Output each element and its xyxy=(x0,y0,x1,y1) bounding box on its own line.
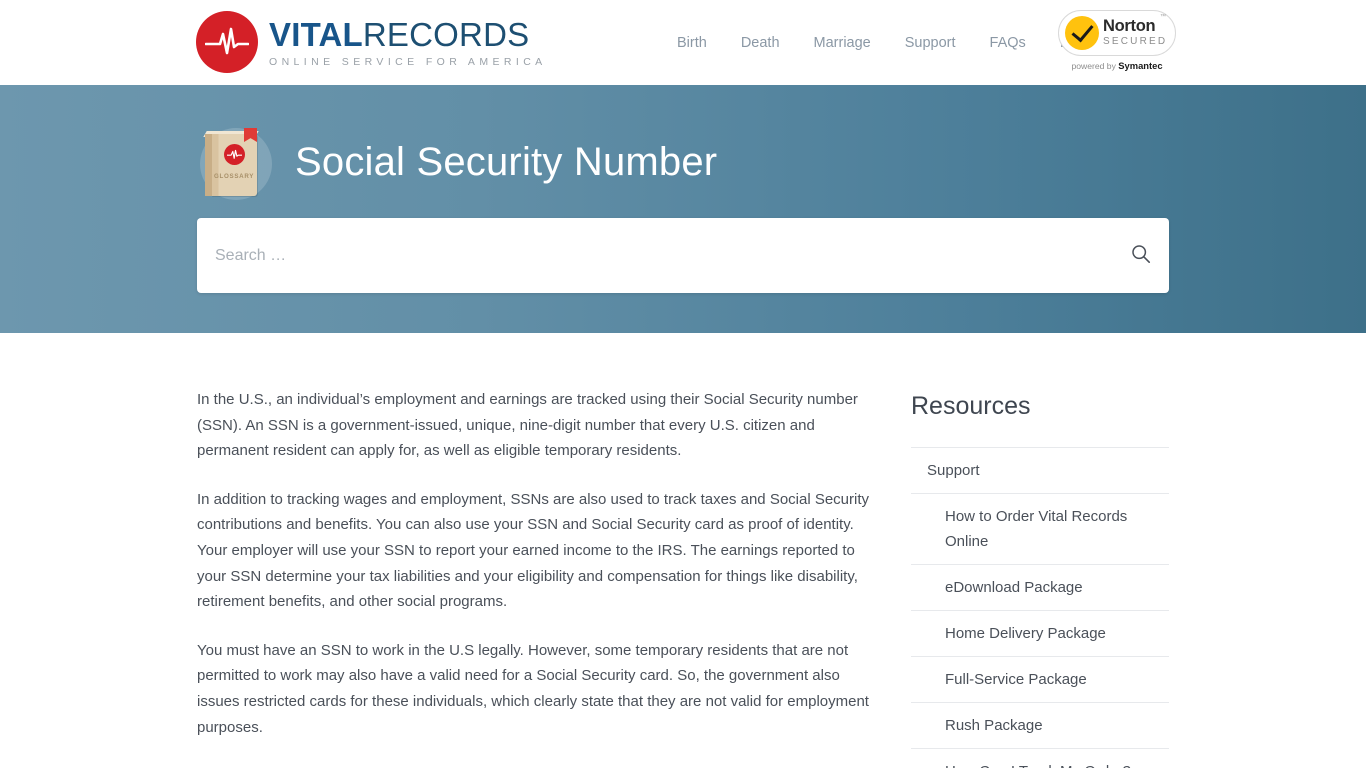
norton-secured-label: SECURED xyxy=(1103,35,1168,47)
list-item: Rush Package xyxy=(911,702,1169,748)
nav-item-faqs[interactable]: FAQs xyxy=(973,35,1043,51)
heartbeat-icon xyxy=(196,11,258,73)
list-item: Support xyxy=(911,447,1169,493)
logo-word-records: RECORDS xyxy=(362,15,530,53)
search-submit-button[interactable] xyxy=(1113,218,1169,293)
sidebar-item-home-delivery-package[interactable]: Home Delivery Package xyxy=(911,611,1169,656)
norton-secured-badge[interactable]: Norton SECURED ™ powered by Symantec xyxy=(1056,4,1178,76)
nav-item-support[interactable]: Support xyxy=(888,35,973,51)
list-item: eDownload Package xyxy=(911,564,1169,610)
logo-word-vital: VITAL xyxy=(269,15,363,53)
hero-heading-group: GLOSSARY Social Security Number xyxy=(197,120,717,205)
article-body: In the U.S., an individual’s employment … xyxy=(197,387,873,768)
logo-text: VITALRECORDS ONLINE SERVICE FOR AMERICA xyxy=(269,15,547,69)
list-item: How Can I Track My Order? xyxy=(911,748,1169,768)
list-item: Home Delivery Package xyxy=(911,610,1169,656)
article-paragraph: You must have an SSN to work in the U.S … xyxy=(197,641,869,736)
search-icon xyxy=(1131,244,1151,267)
search-form xyxy=(197,218,1169,293)
hero-banner: GLOSSARY Social Security Number xyxy=(0,85,1366,333)
article-paragraph: Since your SSN is directly tied to your … xyxy=(197,763,873,768)
trademark-symbol: ™ xyxy=(1160,13,1166,20)
article-paragraph: In addition to tracking wages and employ… xyxy=(197,490,870,611)
powered-by-text: powered by xyxy=(1071,60,1119,71)
site-logo[interactable]: VITALRECORDS ONLINE SERVICE FOR AMERICA xyxy=(196,11,547,73)
main-content: In the U.S., an individual’s employment … xyxy=(197,333,1169,768)
search-input[interactable] xyxy=(197,218,1113,293)
site-header: VITALRECORDS ONLINE SERVICE FOR AMERICA … xyxy=(0,0,1366,85)
sidebar-item-edownload-package[interactable]: eDownload Package xyxy=(911,565,1169,610)
nav-item-death[interactable]: Death xyxy=(724,35,797,51)
resources-list: Support How to Order Vital Records Onlin… xyxy=(911,447,1169,768)
sidebar-item-rush-package[interactable]: Rush Package xyxy=(911,703,1169,748)
symantec-brand: Symantec xyxy=(1118,59,1163,71)
nav-item-birth[interactable]: Birth xyxy=(660,35,724,51)
page-title: Social Security Number xyxy=(295,140,718,184)
norton-wordmark: Norton SECURED xyxy=(1103,18,1167,47)
list-item: Full-Service Package xyxy=(911,656,1169,702)
glossary-icon-label: GLOSSARY xyxy=(214,173,255,180)
glossary-heartbeat-icon xyxy=(224,144,245,165)
sidebar-item-full-service-package[interactable]: Full-Service Package xyxy=(911,657,1169,702)
norton-powered-by: powered by Symantec xyxy=(1071,60,1162,71)
norton-name: Norton xyxy=(1103,17,1156,36)
sidebar-item-track-order[interactable]: How Can I Track My Order? xyxy=(911,749,1169,768)
checkmark-icon xyxy=(1065,15,1099,50)
sidebar-item-how-to-order[interactable]: How to Order Vital Records Online xyxy=(911,494,1169,564)
nav-item-marriage[interactable]: Marriage xyxy=(797,35,888,51)
resources-sidebar: Resources Support How to Order Vital Rec… xyxy=(873,387,1169,768)
article-paragraph: In the U.S., an individual’s employment … xyxy=(197,391,858,460)
glossary-book-icon: GLOSSARY xyxy=(197,120,275,205)
main-navigation: Birth Death Marriage Support FAQs Blog xyxy=(660,0,1106,85)
logo-tagline: ONLINE SERVICE FOR AMERICA xyxy=(269,56,547,69)
sidebar-title: Resources xyxy=(911,392,1031,420)
norton-badge-top: Norton SECURED ™ xyxy=(1058,9,1176,56)
sidebar-item-support[interactable]: Support xyxy=(911,448,1169,493)
list-item: How to Order Vital Records Online xyxy=(911,493,1169,564)
